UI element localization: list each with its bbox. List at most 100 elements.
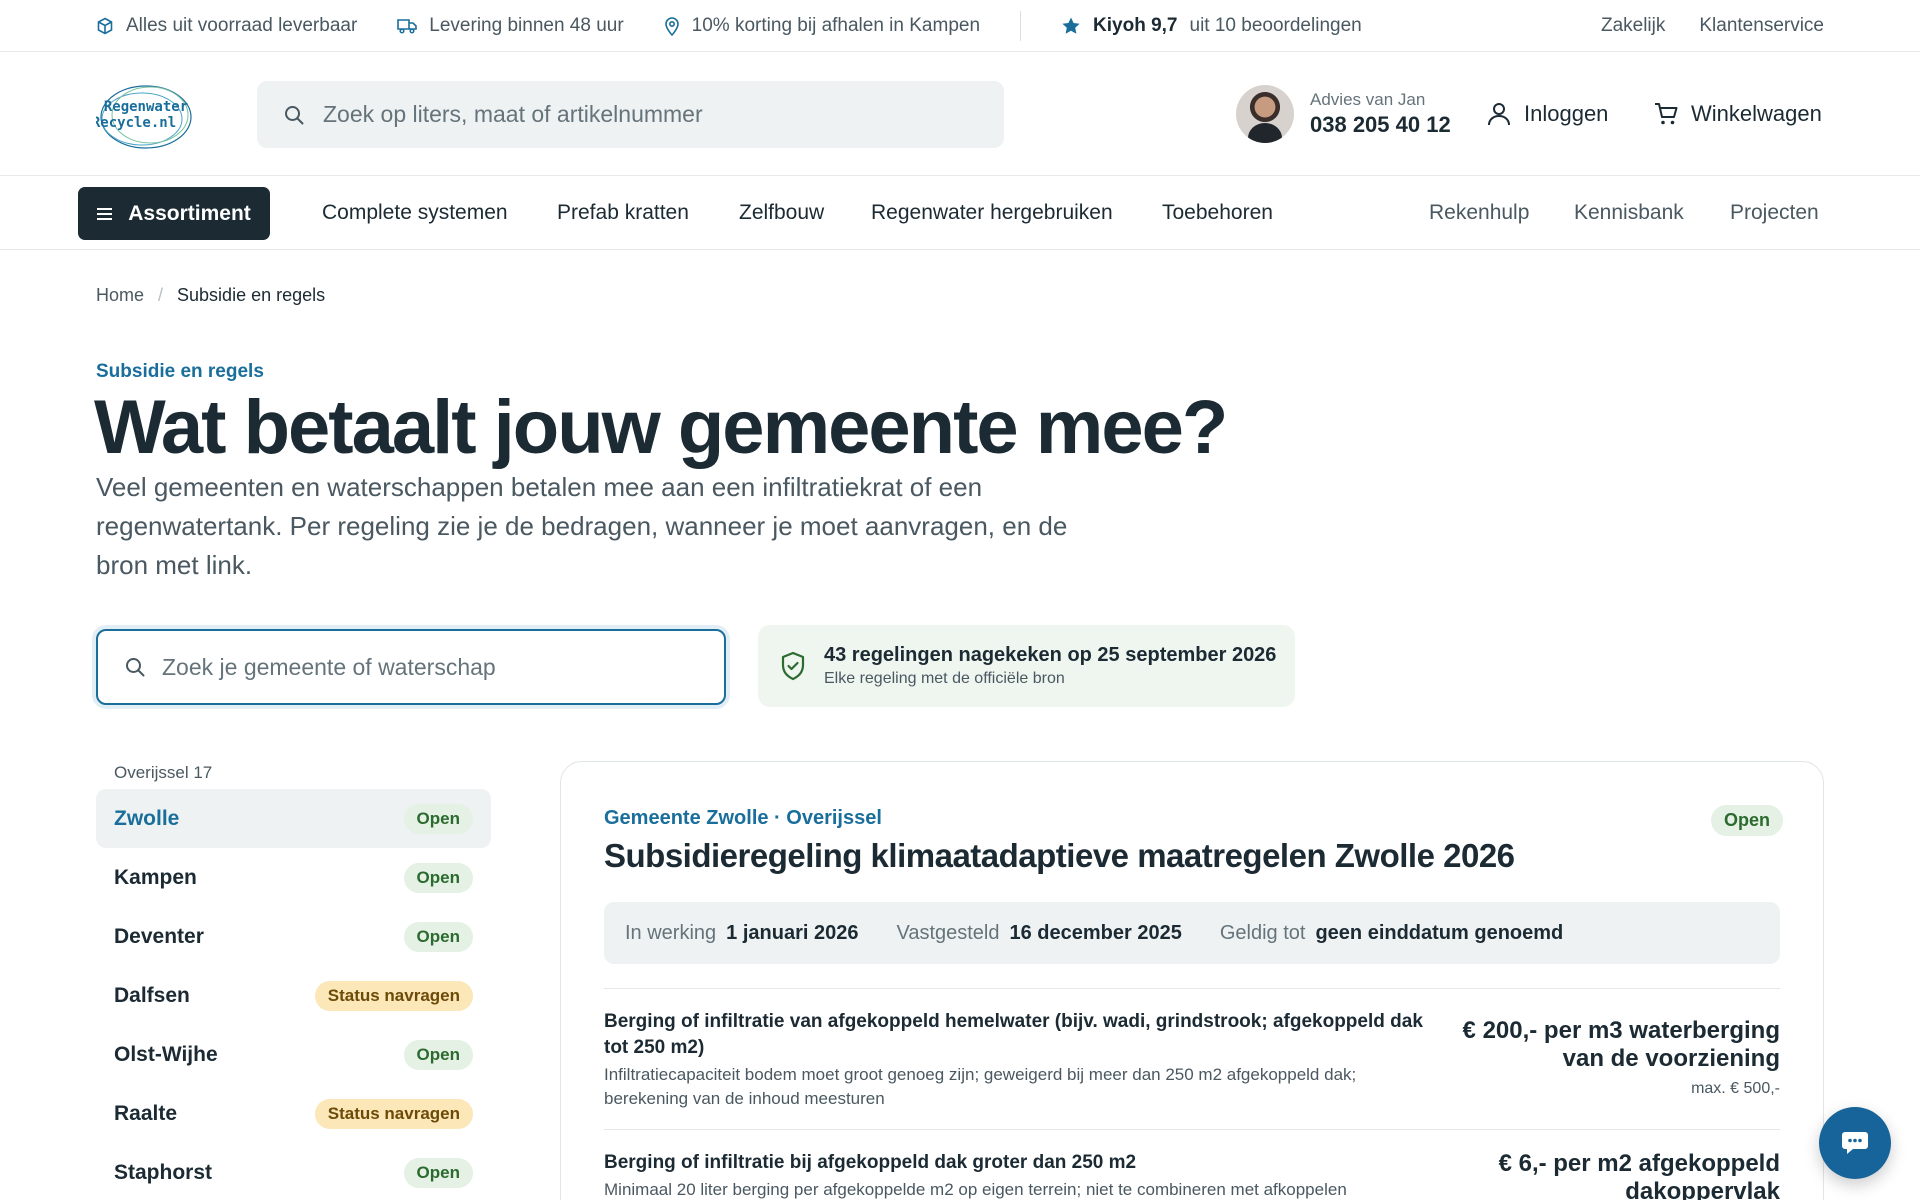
site-header: Regenwater Recycle.nl Zoek op liters, ma… [0,53,1920,176]
municipality-item[interactable]: Deventer Open [96,907,491,966]
nav-item-regenwater-hergebruiken[interactable]: Regenwater hergebruiken [871,201,1113,225]
chat-bubble-icon [1842,1132,1868,1154]
regulation-rule: Berging of infiltratie bij afgekoppeld d… [604,1129,1780,1200]
cart-icon [1655,103,1678,125]
login-label: Inloggen [1524,101,1609,126]
logo-mark: Regenwater Recycle.nl [92,85,192,149]
meta-key-in-werking: In werking [625,921,717,944]
page-intro: Veel gemeenten en waterschappen betalen … [96,472,1068,580]
kiyoh-rating[interactable]: Kiyoh 9,7 uit 10 beoordelingen [1061,15,1362,37]
advice-contact[interactable]: Advies van Jan 038 205 40 12 [1236,85,1451,143]
breadcrumb: Home / Subsidie en regels [96,285,325,306]
logo-text-line1: Regenwater [104,99,188,115]
regulation-title: Subsidieregeling klimaatadaptieve maatre… [604,837,1515,874]
advisor-avatar [1236,85,1294,143]
topbar-links: Zakelijk Klantenservice [1601,15,1824,37]
cart-button[interactable]: Winkelwagen [1653,101,1822,127]
municipality-name: Deventer [114,924,204,948]
verified-notice: 43 regelingen nagekeken op 25 september … [758,625,1295,707]
status-badge: Open [403,1039,473,1070]
box-icon [97,17,113,34]
municipality-name: Kampen [114,865,197,889]
truck-icon [397,18,418,34]
product-search-input[interactable]: Zoek op liters, maat of artikelnummer [257,81,1004,148]
star-icon [1062,17,1080,34]
nav-item-rekenhulp[interactable]: Rekenhulp [1429,201,1529,225]
meta-value-vastgesteld: 16 december 2025 [1009,921,1182,944]
municipality-name: Olst-Wijhe [114,1042,218,1066]
usp-pickup: 10% korting bij afhalen in Kampen [664,15,980,37]
meta-value-geldig-tot: geen einddatum genoemd [1315,921,1564,944]
municipality-search-placeholder: Zoek je gemeente of waterschap [162,653,496,680]
shield-check-icon [781,651,805,681]
municipality-name: Raalte [114,1101,178,1125]
main-nav: Assortiment Complete systemen Prefab kra… [0,177,1920,250]
meta-value-in-werking: 1 januari 2026 [726,921,859,944]
nav-item-kennisbank[interactable]: Kennisbank [1574,201,1684,225]
usp-stock-label: Alles uit voorraad leverbaar [126,14,358,36]
rule-description: Infiltratiecapaciteit bodem moet groot g… [604,1065,1357,1108]
kiyoh-reviews: uit 10 beoordelingen [1189,14,1362,36]
cart-label: Winkelwagen [1691,101,1822,126]
usp-pickup-label: 10% korting bij afhalen in Kampen [691,14,981,36]
page-title: Wat betaalt jouw gemeente mee? [94,385,1228,470]
regulation-org[interactable]: Gemeente Zwolle · Overijssel [604,807,882,830]
municipality-item[interactable]: Raalte Status navragen [96,1084,491,1143]
advice-phone[interactable]: 038 205 40 12 [1310,112,1451,138]
municipality-item[interactable]: Olst-Wijhe Open [96,1025,491,1084]
nav-item-projecten[interactable]: Projecten [1730,201,1819,225]
status-badge: Status navragen [314,1098,473,1129]
link-klantenservice[interactable]: Klantenservice [1699,15,1824,37]
logo-text-line2: Recycle.nl [96,115,176,131]
search-icon [126,658,145,677]
nav-item-toebehoren[interactable]: Toebehoren [1162,201,1273,225]
municipality-name: Staphorst [114,1160,213,1184]
status-badge: Status navragen [314,980,473,1011]
assortment-label: Assortiment [128,201,251,225]
login-button[interactable]: Inloggen [1486,101,1608,127]
assortment-button[interactable]: Assortiment [78,187,270,240]
municipality-item[interactable]: Staphorst Open [96,1143,491,1200]
top-bar: Alles uit voorraad leverbaar Levering bi… [0,0,1920,52]
regulation-card: Gemeente Zwolle · Overijssel Open Subsid… [560,761,1824,1200]
usp-stock: Alles uit voorraad leverbaar [96,15,357,37]
product-search-placeholder: Zoek op liters, maat of artikelnummer [323,101,703,127]
user-icon [1488,103,1510,126]
advice-label: Advies van Jan [1310,90,1426,109]
region-heading: Overijssel 17 [114,763,213,782]
municipality-search-input[interactable]: Zoek je gemeente of waterschap [96,629,726,705]
nav-item-complete-systemen[interactable]: Complete systemen [322,201,508,225]
regulation-meta: In werking 1 januari 2026 Vastgesteld 16… [604,902,1780,964]
regulation-rule: Berging of infiltratie van afgekoppeld h… [604,988,1780,1128]
rule-amount: € 200,- per m3 waterberging van de voorz… [1462,1017,1780,1072]
rule-title: Berging of infiltratie bij afgekoppeld d… [604,1152,1137,1173]
meta-key-vastgesteld: Vastgesteld [896,921,1000,944]
location-pin-icon [664,16,679,36]
verified-subtitle: Elke regeling met de officiële bron [824,670,1065,687]
rule-title: Berging of infiltratie van afgekoppeld h… [604,1011,1423,1058]
topbar-divider [1020,10,1022,41]
status-badge: Open [403,1157,473,1188]
usp-delivery-label: Levering binnen 48 uur [429,14,624,36]
municipality-item[interactable]: Zwolle Open [96,789,491,848]
nav-item-prefab-kratten[interactable]: Prefab kratten [557,201,689,225]
breadcrumb-current: Subsidie en regels [177,285,326,305]
status-badge: Open [403,862,473,893]
breadcrumb-home[interactable]: Home [96,285,144,306]
site-logo[interactable]: Regenwater Recycle.nl [92,81,196,151]
meta-key-geldig-tot: Geldig tot [1219,921,1306,944]
breadcrumb-separator: / [158,285,164,305]
search-icon [285,105,304,124]
municipality-name: Dalfsen [114,983,190,1007]
rule-max-amount: max. € 500,- [1691,1080,1780,1097]
nav-item-zelfbouw[interactable]: Zelfbouw [739,201,824,225]
link-zakelijk[interactable]: Zakelijk [1601,15,1665,37]
usp-delivery: Levering binnen 48 uur [397,14,624,37]
status-badge: Open [1711,805,1784,836]
verified-title: 43 regelingen nagekeken op 25 september … [824,644,1277,666]
rule-description: Minimaal 20 liter berging per afgekoppel… [604,1180,1347,1199]
municipality-item[interactable]: Kampen Open [96,848,491,907]
chat-button[interactable] [1819,1107,1891,1179]
municipality-name: Zwolle [114,806,180,830]
municipality-item[interactable]: Dalfsen Status navragen [96,966,491,1025]
